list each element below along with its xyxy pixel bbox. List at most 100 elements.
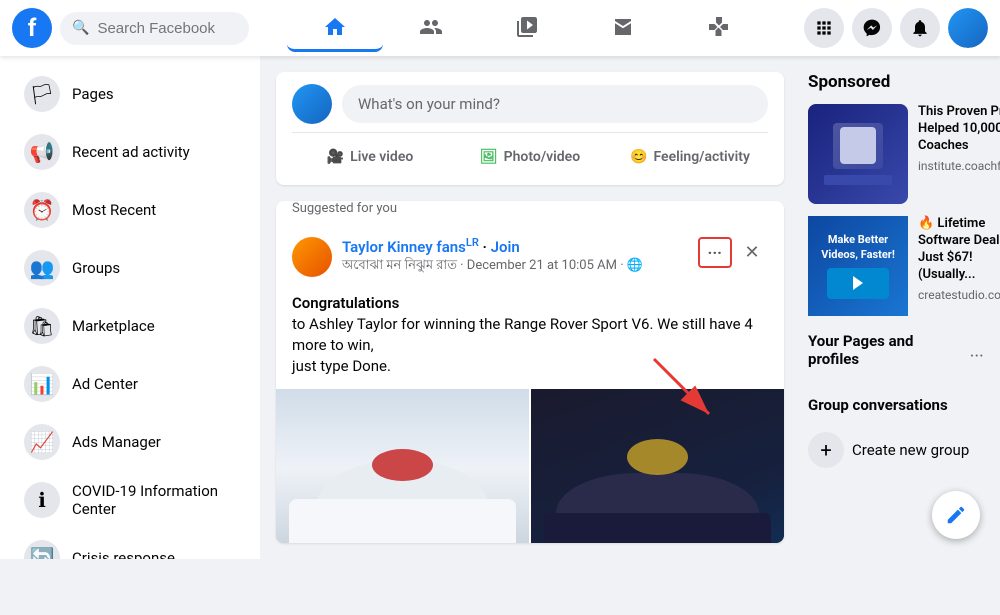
news-feed: What's on your mind? 🎥 Live video 🖼 Phot… <box>260 56 800 559</box>
plus-icon: + <box>808 432 844 468</box>
nav-friends-button[interactable] <box>383 4 479 52</box>
ad-info-2: 🔥 Lifetime Software Deal Just $67! (Usua… <box>918 216 1000 316</box>
author-name-text[interactable]: Taylor Kinney fans <box>342 238 466 256</box>
post-card: Suggested for you Taylor Kinney fansLR ·… <box>276 201 784 543</box>
nav-watch-button[interactable] <box>479 4 575 52</box>
sidebar-label-recent-ad: Recent ad activity <box>72 143 190 161</box>
sidebar-item-covid[interactable]: ℹ COVID-19 Information Center <box>8 472 252 528</box>
ad-image-1 <box>808 104 908 204</box>
ads-manager-icon: 📈 <box>24 424 60 460</box>
apps-button[interactable] <box>804 8 844 48</box>
post-avatar <box>292 237 332 277</box>
sidebar-item-marketplace[interactable]: 🛍 Marketplace <box>8 298 252 354</box>
sidebar-item-ads-manager[interactable]: 📈 Ads Manager <box>8 414 252 470</box>
right-panel: Sponsored This Proven Process has Helped… <box>800 56 1000 559</box>
post-image-dark-car[interactable] <box>531 389 784 543</box>
covid-icon: ℹ <box>24 482 60 518</box>
nav-home-button[interactable] <box>287 4 383 52</box>
search-bar[interactable]: 🔍 <box>60 12 249 45</box>
ad-info-1: This Proven Process has Helped 10,000+ o… <box>918 104 1000 204</box>
group-conversations-section: Group conversations + Create new group <box>808 396 992 474</box>
groups-icon: 👥 <box>24 250 60 286</box>
notifications-button[interactable] <box>900 8 940 48</box>
post-author: Taylor Kinney fansLR · Join অবোঝা মন নিঝ… <box>292 236 643 277</box>
sidebar-item-recent-ad[interactable]: 📢 Recent ad activity <box>8 124 252 180</box>
search-input[interactable] <box>97 20 237 37</box>
post-action-buttons: ··· ✕ <box>698 236 768 268</box>
sidebar-item-pages[interactable]: 🏳 Pages <box>8 66 252 122</box>
create-post-box: What's on your mind? 🎥 Live video 🖼 Phot… <box>276 72 784 185</box>
feeling-icon: 😊 <box>630 149 647 165</box>
facebook-logo[interactable]: f <box>12 8 52 48</box>
ad-domain-1: institute.coachfoundation.com <box>918 159 1000 173</box>
user-avatar[interactable] <box>948 8 988 48</box>
sidebar: 🏳 Pages 📢 Recent ad activity ⏰ Most Rece… <box>0 56 260 559</box>
nav-right-icons <box>792 8 1000 48</box>
live-video-button[interactable]: 🎥 Live video <box>292 141 448 173</box>
post-text-line1: Congratulations <box>292 293 768 314</box>
post-header: Taylor Kinney fansLR · Join অবোঝা মন নিঝ… <box>276 224 784 289</box>
pages-more-button[interactable]: ··· <box>961 340 992 372</box>
search-icon: 🔍 <box>72 20 89 36</box>
live-video-icon: 🎥 <box>327 149 344 165</box>
whats-on-mind-input[interactable]: What's on your mind? <box>342 85 768 123</box>
post-images-wrapper <box>276 389 784 543</box>
close-post-button[interactable]: ✕ <box>736 236 768 268</box>
ad-title-2: 🔥 Lifetime Software Deal Just $67! (Usua… <box>918 216 1000 284</box>
feeling-button[interactable]: 😊 Feeling/activity <box>612 141 768 173</box>
user-avatar-small <box>292 84 332 124</box>
ad-center-icon: 📊 <box>24 366 60 402</box>
post-meta: অবোঝা মন নিঝুম রাত · December 21 at 10:0… <box>342 256 643 277</box>
sidebar-item-ad-center[interactable]: 📊 Ad Center <box>8 356 252 412</box>
sponsored-title: Sponsored <box>808 72 992 92</box>
sidebar-label-pages: Pages <box>72 85 114 103</box>
sidebar-label-covid: COVID-19 Information Center <box>72 482 236 518</box>
nav-marketplace-button[interactable] <box>575 4 671 52</box>
close-icon: ✕ <box>744 242 759 263</box>
marketplace-icon: 🛍 <box>24 308 60 344</box>
top-navigation: f 🔍 <box>0 0 1000 56</box>
create-post-actions: 🎥 Live video 🖼 Photo/video 😊 Feeling/act… <box>292 132 768 173</box>
your-pages-title: Your Pages and profiles <box>808 332 961 368</box>
ad-domain-2: createstudio.com <box>918 288 1000 302</box>
sidebar-item-groups[interactable]: 👥 Groups <box>8 240 252 296</box>
post-author-info: Taylor Kinney fansLR · Join অবোঝা মন নিঝ… <box>342 236 643 277</box>
post-text-line3: just type Done. <box>292 356 768 377</box>
messenger-button[interactable] <box>852 8 892 48</box>
sidebar-label-ads-manager: Ads Manager <box>72 433 161 451</box>
sidebar-label-ad-center: Ad Center <box>72 375 138 393</box>
more-options-box[interactable]: ··· <box>698 237 732 268</box>
ad-item-1[interactable]: This Proven Process has Helped 10,000+ o… <box>808 104 992 204</box>
post-images-grid <box>276 389 784 543</box>
ad-image-2: Make BetterVideos, Faster! <box>808 216 908 316</box>
sidebar-item-crisis[interactable]: 🔄 Crisis response <box>8 530 252 559</box>
sidebar-item-most-recent[interactable]: ⏰ Most Recent <box>8 182 252 238</box>
sidebar-label-most-recent: Most Recent <box>72 201 156 219</box>
post-text-line2: to Ashley Taylor for winning the Range R… <box>292 314 768 356</box>
ad-item-2[interactable]: Make BetterVideos, Faster! 🔥 Lifetime So… <box>808 216 992 316</box>
suggested-label: Suggested for you <box>276 201 784 224</box>
nav-gaming-button[interactable] <box>671 4 767 52</box>
pages-header: Your Pages and profiles ··· <box>808 332 992 380</box>
recent-ad-icon: 📢 <box>24 134 60 170</box>
pages-section: Your Pages and profiles ··· <box>808 332 992 380</box>
pages-icon: 🏳 <box>24 76 60 112</box>
edit-float-button[interactable] <box>932 491 980 539</box>
sidebar-label-marketplace: Marketplace <box>72 317 155 335</box>
live-video-label: Live video <box>350 149 413 165</box>
post-image-main[interactable] <box>276 389 529 543</box>
create-group-button[interactable]: + Create new group <box>808 426 992 474</box>
most-recent-icon: ⏰ <box>24 192 60 228</box>
group-conv-title: Group conversations <box>808 396 992 414</box>
more-icon: ··· <box>708 243 722 262</box>
photo-video-label: Photo/video <box>504 149 581 165</box>
create-group-label: Create new group <box>852 441 969 459</box>
nav-center-icons <box>261 4 792 52</box>
join-button[interactable]: Join <box>491 238 520 256</box>
feeling-label: Feeling/activity <box>653 149 749 165</box>
photo-video-button[interactable]: 🖼 Photo/video <box>452 141 608 173</box>
post-text: Congratulations to Ashley Taylor for win… <box>276 289 784 389</box>
crisis-icon: 🔄 <box>24 540 60 559</box>
ad-title-1: This Proven Process has Helped 10,000+ o… <box>918 104 1000 155</box>
sponsored-section: Sponsored This Proven Process has Helped… <box>808 72 992 316</box>
